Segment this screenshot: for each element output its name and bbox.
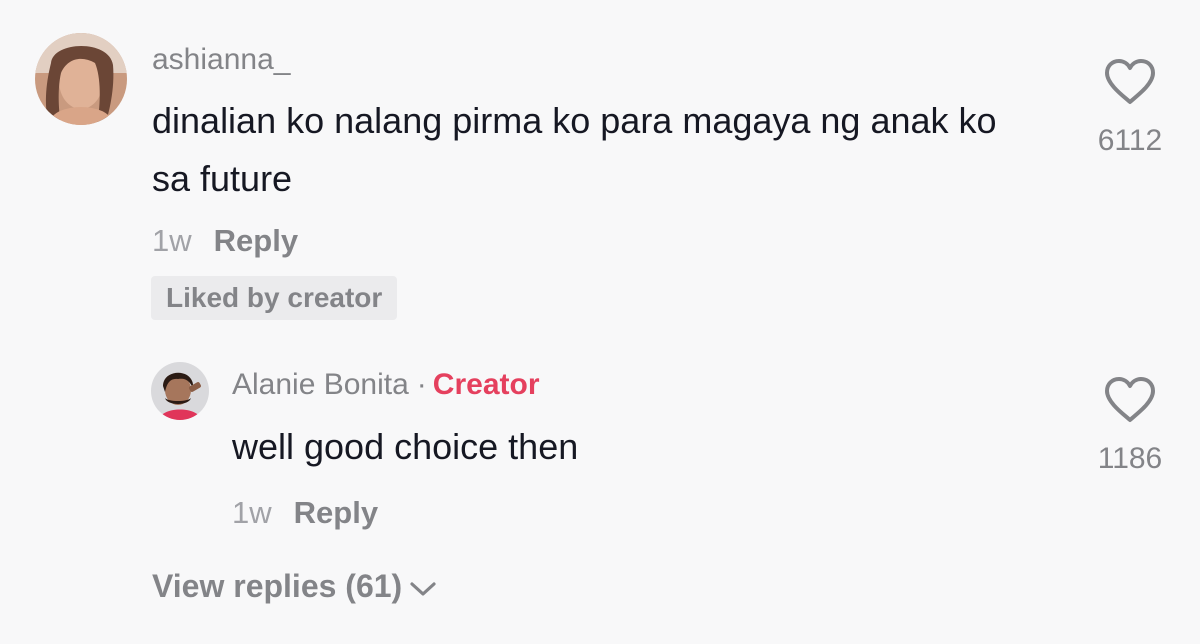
like-count: 1186 <box>1097 442 1163 475</box>
chevron-down-icon <box>410 581 436 596</box>
view-replies-button[interactable]: View replies (61) <box>152 570 438 602</box>
creator-avatar-icon <box>151 362 209 420</box>
like-section: 1186 <box>1075 376 1185 476</box>
reply-username-line: Alanie Bonita · Creator <box>232 370 540 400</box>
reply-item: Alanie Bonita · Creator well good choice t… <box>0 340 1200 540</box>
reply-username[interactable]: Alanie Bonita <box>232 368 409 401</box>
comment-meta: 1w Reply <box>152 225 298 256</box>
reply-meta: 1w Reply <box>232 497 378 528</box>
reply-timestamp: 1w <box>232 495 272 530</box>
comment-username[interactable]: ashianna_ <box>152 45 290 75</box>
reply-button[interactable]: Reply <box>294 495 378 530</box>
view-replies-label: View replies (61) <box>152 568 403 604</box>
avatar[interactable] <box>35 33 127 125</box>
liked-by-creator-badge: Liked by creator <box>151 276 398 321</box>
like-section: 6112 <box>1075 58 1185 158</box>
avatar[interactable] <box>151 362 209 420</box>
reply-button[interactable]: Reply <box>214 223 298 258</box>
reply-text: well good choice then <box>232 426 579 467</box>
separator-dot: · <box>416 368 427 401</box>
comment-item: ashianna_ dinalian ko nalang pirma ko pa… <box>0 0 1200 340</box>
like-count: 6112 <box>1097 124 1163 157</box>
comment-text: dinalian ko nalang pirma ko para magaya … <box>152 100 997 199</box>
heart-icon[interactable] <box>1103 376 1157 424</box>
heart-icon[interactable] <box>1103 58 1157 106</box>
comment-timestamp: 1w <box>152 223 192 258</box>
user-avatar-icon <box>35 33 127 125</box>
creator-badge: Creator <box>432 368 540 401</box>
